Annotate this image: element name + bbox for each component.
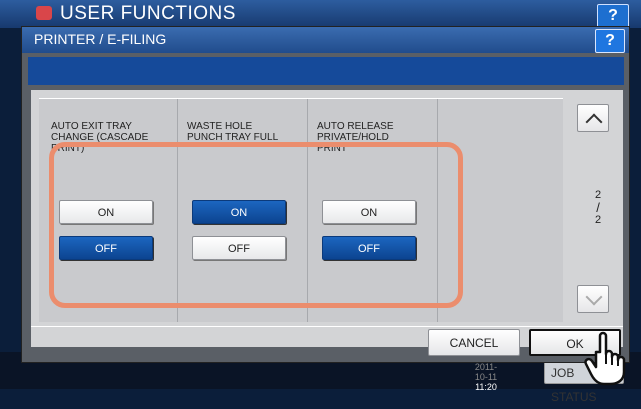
dialog-help-button[interactable]: ? — [595, 29, 625, 53]
page-indicator: 2 / 2 — [589, 189, 607, 226]
dialog-message-band — [28, 57, 624, 85]
clock-time: 11:20 — [475, 382, 497, 392]
chevron-up-icon — [585, 113, 603, 131]
dialog-title: PRINTER / E-FILING — [34, 31, 167, 47]
clock-date: 2011-10-11 — [474, 362, 498, 382]
clock: 2011-10-11 11:20 — [471, 362, 501, 392]
settings-highlight-outline — [49, 142, 463, 308]
dialog-actions: CANCEL OK — [31, 326, 623, 356]
settings-panel: AUTO EXIT TRAY CHANGE (CASCADE PRINT) ON… — [39, 98, 563, 322]
cancel-button[interactable]: CANCEL — [428, 329, 520, 356]
setting-label-punch-tray: WASTE HOLE PUNCH TRAY FULL — [187, 121, 279, 143]
page-total: 2 — [594, 214, 602, 226]
chevron-down-icon — [585, 288, 603, 306]
background-help-button[interactable]: ? — [597, 4, 629, 28]
page-separator: / — [596, 200, 600, 215]
background-title: USER FUNCTIONS — [60, 3, 236, 24]
printer-logo-icon — [36, 6, 52, 20]
page-scroller: 2 / 2 — [571, 98, 615, 321]
settings-dialog: PRINTER / E-FILING ? AUTO EXIT TRAY CHAN… — [21, 26, 630, 363]
hand-pointer-icon — [584, 331, 626, 386]
background-header: USER FUNCTIONS ? — [0, 0, 641, 28]
scroll-down-button[interactable] — [577, 285, 609, 313]
scroll-up-button[interactable] — [577, 104, 609, 132]
dialog-title-bar: PRINTER / E-FILING ? — [22, 27, 629, 53]
dialog-content: AUTO EXIT TRAY CHANGE (CASCADE PRINT) ON… — [31, 90, 623, 356]
